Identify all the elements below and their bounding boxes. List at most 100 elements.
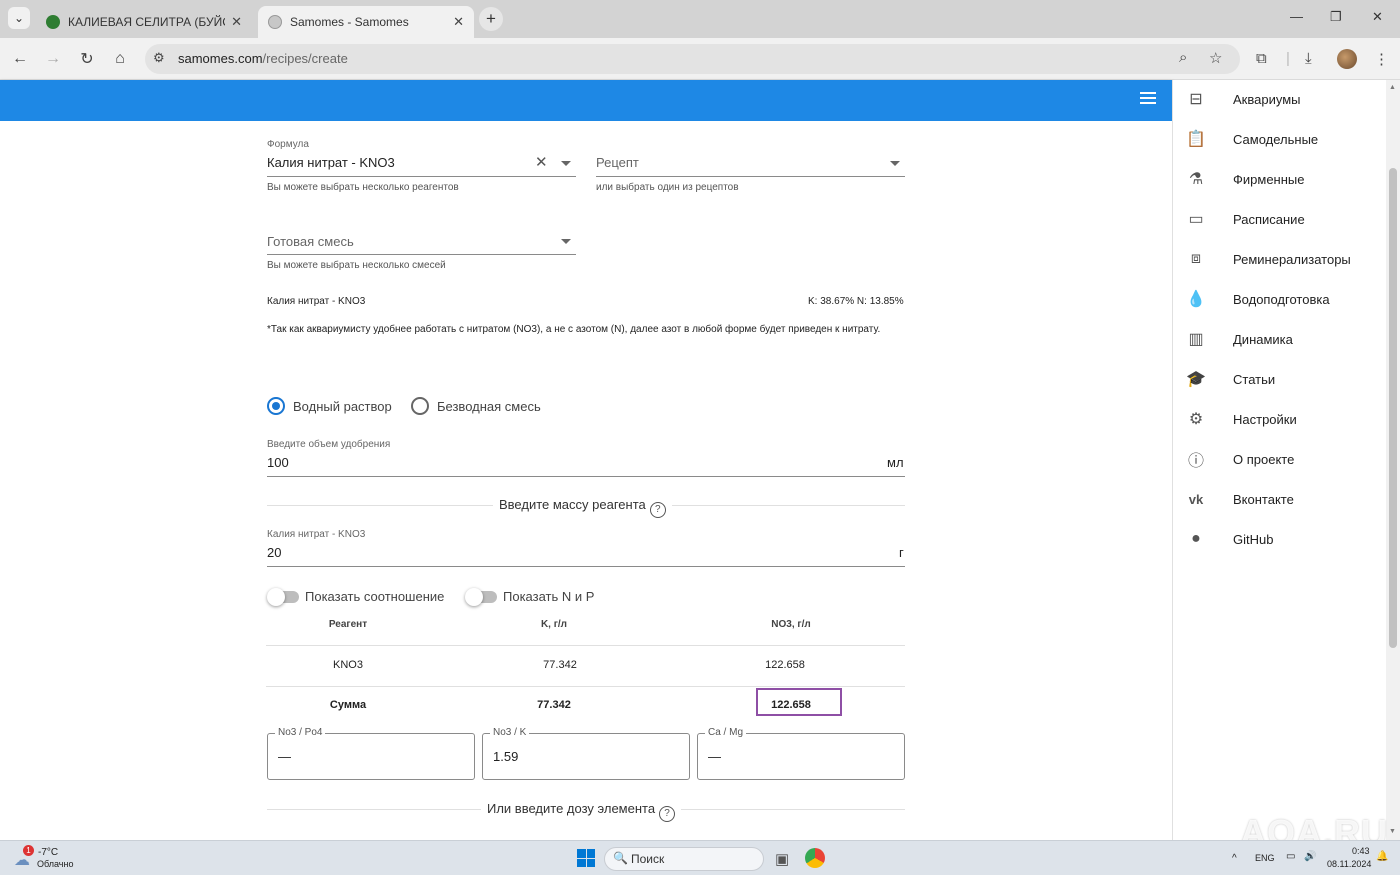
browser-tab-active[interactable]: Samomes - Samomes ✕ (258, 6, 474, 38)
toggle-ratio[interactable] (267, 588, 299, 606)
sidebar-item-github[interactable]: ● GitHub (1173, 519, 1387, 559)
radio-dry[interactable] (411, 397, 429, 415)
weather-text[interactable]: Облачно (37, 859, 73, 869)
mix-select[interactable]: Готовая смесь (267, 234, 354, 249)
task-view-icon[interactable]: ▣ (775, 850, 789, 868)
sidebar-item-articles[interactable]: 🎓 Статьи (1173, 359, 1387, 399)
gear-icon: ⚙ (1188, 411, 1204, 428)
zoom-icon[interactable]: ⌕ (1179, 49, 1187, 66)
radio-dry-label[interactable]: Безводная смесь (437, 399, 541, 414)
help-icon[interactable]: ? (659, 806, 676, 822)
kebab-menu-icon[interactable]: ⋮ (1374, 50, 1389, 68)
table-total-label: Сумма (329, 699, 367, 711)
chevron-down-icon[interactable] (890, 161, 900, 166)
chevron-down-icon[interactable] (561, 161, 571, 166)
sidebar-item-branded[interactable]: ⚗ Фирменные (1173, 159, 1387, 199)
nitrate-note: *Так как аквариумисту удобнее работать с… (267, 324, 881, 335)
mix-underline (267, 254, 576, 255)
mass-label: Калия нитрат - KNO3 (267, 529, 366, 540)
maximize-icon[interactable]: ❐ (1330, 9, 1342, 25)
ratio-value: — (278, 749, 291, 764)
taskbar-search[interactable]: 🔍 Поиск (604, 847, 764, 871)
clock-time[interactable]: 0:43 (1352, 846, 1370, 856)
toggle-np[interactable] (465, 588, 497, 606)
help-icon[interactable]: ? (649, 502, 666, 518)
app-bar (0, 80, 1172, 121)
language-indicator[interactable]: ENG (1255, 853, 1275, 863)
sidebar-item-settings[interactable]: ⚙ Настройки (1173, 399, 1387, 439)
download-icon[interactable]: ⤓ (1305, 50, 1312, 67)
scroll-down-icon[interactable]: ▼ (1389, 828, 1396, 835)
profile-avatar[interactable] (1337, 49, 1357, 69)
table-header[interactable]: NO3, г/л (741, 619, 841, 630)
ratio-ca-mg-field[interactable]: Ca / Mg — (697, 727, 905, 780)
ratio-no3-k-field[interactable]: No3 / K 1.59 (482, 727, 690, 780)
tab-search-button[interactable]: ⌄ (8, 7, 30, 29)
home-icon[interactable]: ⌂ (108, 47, 132, 71)
close-window-icon[interactable]: ✕ (1372, 9, 1383, 25)
sidebar-item-vk[interactable]: vk Вконтакте (1173, 479, 1387, 519)
radio-aqueous[interactable] (267, 397, 285, 415)
browser-toolbar: ← → ↻ ⌂ ⚙ samomes.com/recipes/create ⌕ ☆… (0, 38, 1400, 80)
close-tab-icon[interactable]: ✕ (453, 14, 464, 30)
ratio-value: 1.59 (493, 749, 519, 764)
scroll-thumb[interactable] (1389, 168, 1397, 648)
sidebar-item-aquariums[interactable]: ⊟ Аквариумы (1173, 79, 1387, 119)
toggle-ratio-label[interactable]: Показать соотношение (305, 589, 444, 604)
menu-icon[interactable] (1140, 92, 1156, 107)
sidebar-item-about[interactable]: ⓘ О проекте (1173, 439, 1387, 479)
new-tab-button[interactable]: + (479, 7, 503, 31)
scroll-up-icon[interactable]: ▲ (1389, 84, 1396, 91)
volume-icon[interactable]: 🔊 (1304, 851, 1316, 862)
address-bar[interactable]: ⚙ samomes.com/recipes/create ⌕ ☆ (145, 44, 1240, 74)
weather-badge: 1 (23, 845, 34, 856)
page-scrollbar[interactable]: ▲ ▼ (1386, 80, 1400, 840)
taskbar: ☁ 1 -7°C Облачно 🔍 Поиск ▣ ^ ENG ▭ 🔊 0:43… (0, 840, 1400, 875)
mass-input[interactable]: 20 (267, 545, 281, 560)
url-text[interactable]: samomes.com/recipes/create (178, 51, 348, 66)
network-icon[interactable]: ▭ (1286, 851, 1295, 862)
recipe-select[interactable]: Рецепт (596, 155, 639, 170)
start-button[interactable] (577, 849, 595, 867)
close-tab-icon[interactable]: ✕ (231, 14, 242, 30)
table-header[interactable]: K, г/л (504, 619, 604, 630)
forward-icon[interactable]: → (41, 47, 65, 71)
clear-icon[interactable]: ✕ (535, 153, 548, 171)
sidebar-item-schedule[interactable]: ▭ Расписание (1173, 199, 1387, 239)
mass-underline (267, 566, 905, 567)
back-icon[interactable]: ← (8, 47, 32, 71)
site-info-icon[interactable]: ⚙ (153, 50, 165, 66)
sidebar-item-dynamics[interactable]: ▥ Динамика (1173, 319, 1387, 359)
browser-tab[interactable]: КАЛИЕВАЯ СЕЛИТРА (БУЙСКИ ✕ (36, 6, 252, 38)
tray-chevron-icon[interactable]: ^ (1232, 853, 1237, 864)
sidebar-item-homemade[interactable]: 📋 Самодельные (1173, 119, 1387, 159)
notifications-icon[interactable]: 🔔 (1376, 851, 1388, 862)
ratio-label: Ca / Mg (705, 727, 747, 738)
volume-input[interactable]: 100 (267, 455, 289, 470)
mass-unit: г (899, 545, 904, 560)
minimize-icon[interactable]: — (1290, 9, 1303, 24)
formula-select[interactable]: Калия нитрат - KNO3 (267, 155, 395, 170)
toolbar-separator: | (1286, 50, 1290, 67)
reload-icon[interactable]: ↻ (75, 47, 99, 71)
ratio-value: — (708, 749, 721, 764)
table-header[interactable]: Реагент (298, 619, 398, 630)
dose-section-title: Или введите дозу элемента? (481, 801, 682, 822)
nav-drawer: ⊟ Аквариумы 📋 Самодельные ⚗ Фирменные ▭ Расп… (1172, 80, 1386, 840)
weather-temp[interactable]: -7°C (38, 847, 58, 858)
ratio-no3-po4-field[interactable]: No3 / Po4 — (267, 727, 475, 780)
mass-section-title: Введите массу реагента? (493, 497, 672, 518)
toggle-np-label[interactable]: Показать N и P (503, 589, 594, 604)
table-divider (266, 645, 905, 646)
chrome-taskbar-icon[interactable] (805, 848, 825, 868)
radio-aqueous-label[interactable]: Водный раствор (293, 399, 392, 414)
tab-title: КАЛИЕВАЯ СЕЛИТРА (БУЙСКИ (68, 15, 225, 29)
mix-hint: Вы можете выбрать несколько смесей (267, 260, 446, 271)
formula-label: Формула (267, 139, 309, 150)
sidebar-item-water[interactable]: 💧 Водоподготовка (1173, 279, 1387, 319)
sidebar-item-remineralizers[interactable]: ⧈ Реминерализаторы (1173, 239, 1387, 279)
bookmark-star-icon[interactable]: ☆ (1209, 49, 1222, 67)
chevron-down-icon[interactable] (561, 239, 571, 244)
extensions-icon[interactable]: ⧉ (1256, 50, 1267, 67)
clock-date[interactable]: 08.11.2024 (1327, 859, 1371, 869)
